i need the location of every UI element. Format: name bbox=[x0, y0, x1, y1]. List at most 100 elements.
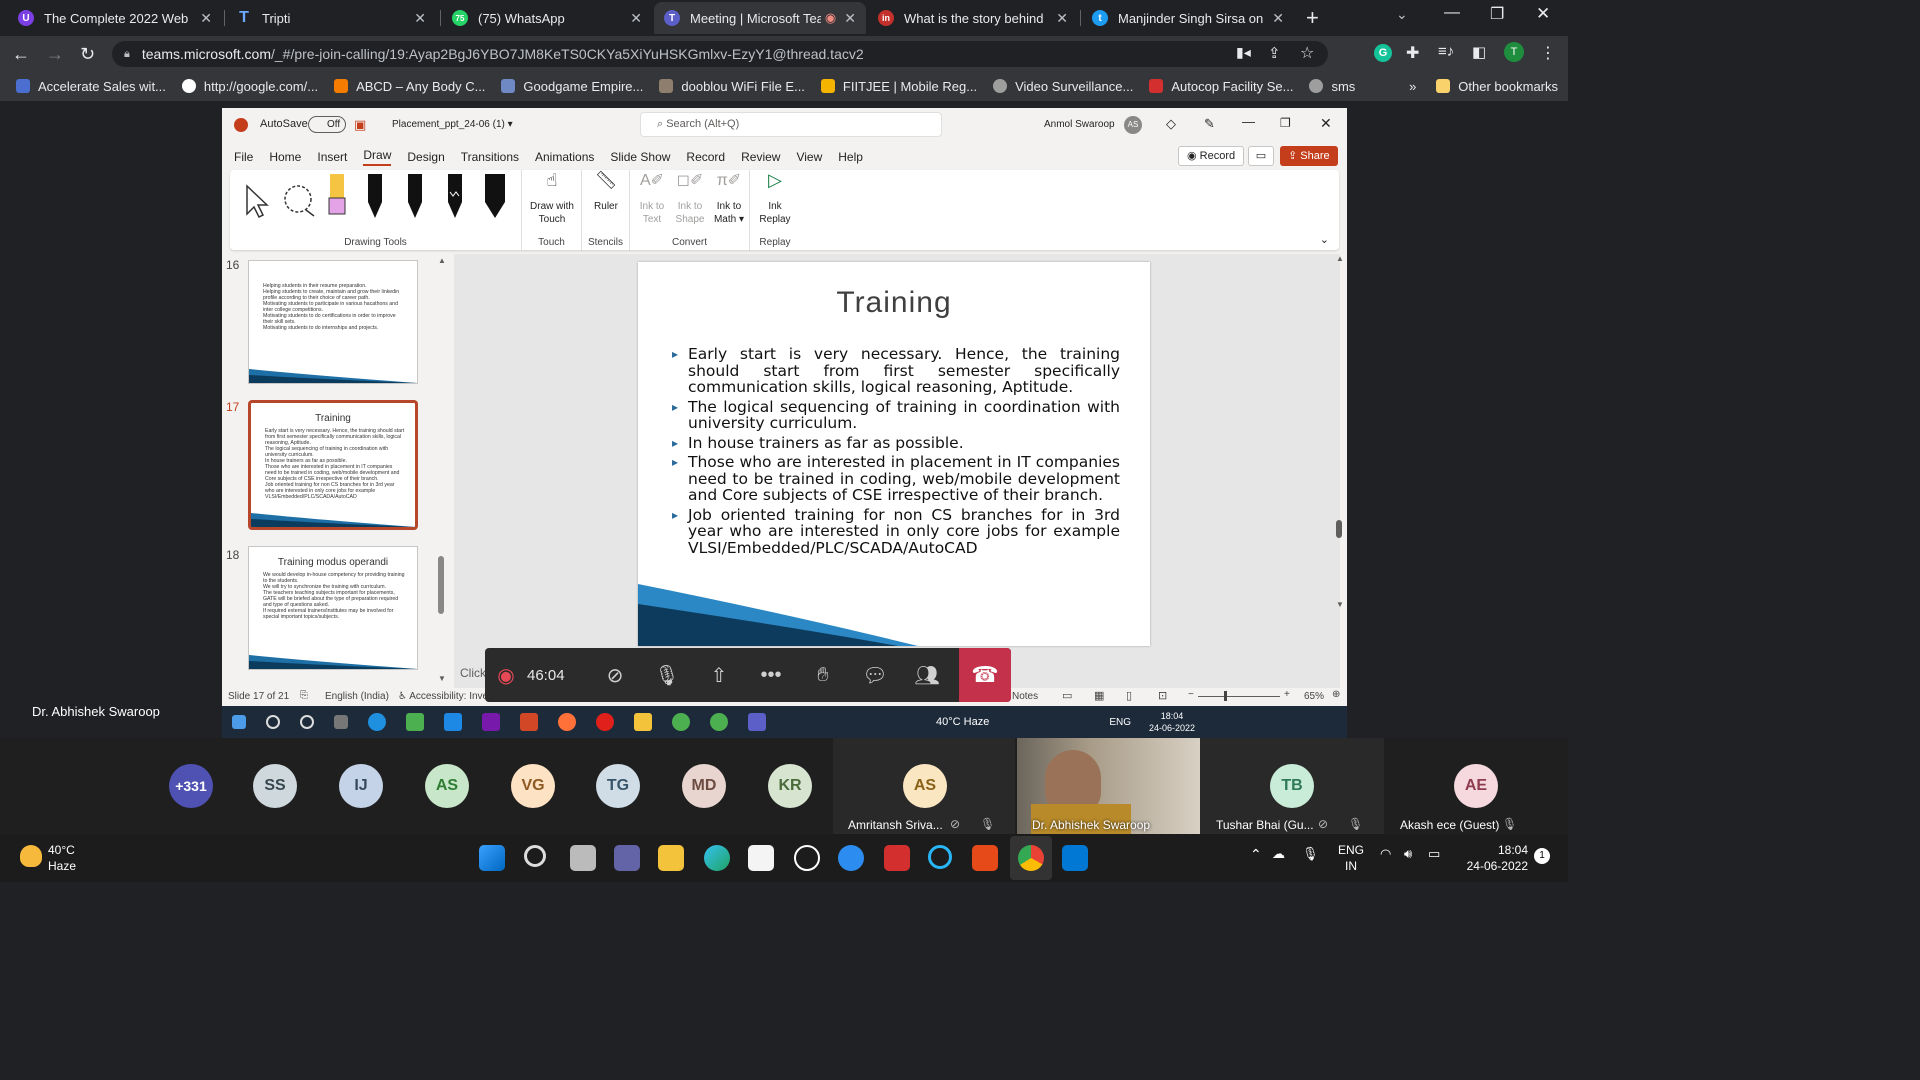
tray-overflow-icon[interactable]: ⌃ bbox=[1250, 846, 1262, 863]
zoom-out-icon[interactable]: − bbox=[1188, 689, 1194, 700]
tab-view[interactable]: View bbox=[796, 150, 822, 164]
participants-icon[interactable]: 👥︎ bbox=[901, 648, 953, 702]
tab-transitions[interactable]: Transitions bbox=[461, 150, 519, 164]
side-panel-icon[interactable]: ◧ bbox=[1472, 43, 1486, 61]
share-button[interactable]: ⇪ Share bbox=[1280, 146, 1338, 166]
minimize-icon[interactable]: — bbox=[1242, 114, 1255, 129]
close-tab-icon[interactable]: ✕ bbox=[1056, 10, 1068, 27]
scroll-up-icon[interactable]: ▲ bbox=[1336, 254, 1344, 263]
bookmark-item[interactable]: FIITJEE | Mobile Reg... bbox=[820, 79, 977, 94]
participant-avatar[interactable]: AS bbox=[903, 764, 947, 808]
wifi-icon[interactable]: ◠ bbox=[1380, 846, 1391, 862]
office-icon[interactable] bbox=[972, 845, 998, 871]
lasso-icon[interactable] bbox=[282, 184, 318, 218]
share-screen-icon[interactable]: ⇧ bbox=[693, 648, 745, 702]
tab-slide-show[interactable]: Slide Show bbox=[610, 150, 670, 164]
extensions-icon[interactable]: ✚ bbox=[1406, 43, 1419, 63]
pen-icon[interactable]: ✎ bbox=[1204, 116, 1215, 132]
ruler-button[interactable]: 📏︎ Ruler bbox=[586, 171, 626, 213]
menu-icon[interactable]: ⋮ bbox=[1540, 43, 1556, 63]
pencil-texture-icon[interactable] bbox=[444, 174, 466, 220]
participant-avatar[interactable]: TB bbox=[1270, 764, 1314, 808]
scroll-down-icon[interactable]: ▼ bbox=[1336, 600, 1344, 609]
save-icon[interactable]: ▣ bbox=[354, 117, 366, 133]
bookmark-item[interactable]: http://google.com/... bbox=[181, 79, 318, 94]
collapse-ribbon-icon[interactable]: ⌄ bbox=[1320, 233, 1329, 246]
close-tab-icon[interactable]: ✕ bbox=[1272, 10, 1284, 27]
tab-file[interactable]: File bbox=[234, 150, 253, 164]
tab-udemy[interactable]: U The Complete 2022 Web Dev ✕ bbox=[8, 2, 222, 34]
pen-wide-icon[interactable] bbox=[482, 174, 508, 220]
camera-icon[interactable]: ▮◂ bbox=[1236, 44, 1251, 61]
close-tab-icon[interactable]: ✕ bbox=[844, 10, 856, 27]
notes-placeholder[interactable]: Click bbox=[460, 666, 486, 680]
vscode-icon[interactable] bbox=[1062, 845, 1088, 871]
ink-to-shape-button[interactable]: ◻✐ Ink to Shape bbox=[672, 173, 708, 226]
minimize-icon[interactable]: — bbox=[1444, 4, 1460, 22]
notification-badge[interactable]: 1 bbox=[1534, 848, 1550, 864]
slide-thumbnail-17[interactable]: Training Early start is very necessary. … bbox=[248, 400, 418, 530]
more-bookmarks-icon[interactable]: » bbox=[1409, 79, 1416, 94]
share-page-icon[interactable]: ⇪ bbox=[1268, 44, 1281, 62]
media-icon[interactable]: ≡♪ bbox=[1438, 43, 1454, 60]
slide-thumbnail-16[interactable]: Helping students in their resume prepara… bbox=[248, 260, 418, 384]
windows-start-icon[interactable] bbox=[479, 845, 505, 871]
tab-tripti[interactable]: T Tripti ✕ bbox=[226, 2, 436, 34]
camera-off-icon[interactable]: ⊘ bbox=[589, 648, 641, 702]
other-bookmarks[interactable]: Other bookmarks bbox=[1436, 79, 1558, 94]
draw-with-touch-button[interactable]: ☝ Draw with Touch bbox=[526, 171, 578, 226]
close-icon[interactable]: ✕ bbox=[1320, 115, 1332, 132]
record-button[interactable]: ◉ Record bbox=[1178, 146, 1245, 166]
fit-slide-icon[interactable]: ⊕ bbox=[1332, 689, 1340, 700]
search-icon[interactable] bbox=[524, 845, 546, 867]
spellcheck-icon[interactable]: ⎘ bbox=[300, 690, 308, 701]
tab-teams-meeting[interactable]: T Meeting | Microsoft Teams◉ ✕ bbox=[654, 2, 866, 34]
pen-black-icon[interactable] bbox=[364, 174, 386, 220]
tab-review[interactable]: Review bbox=[741, 150, 780, 164]
back-icon[interactable]: ← bbox=[12, 44, 30, 65]
notes-button[interactable]: Notes bbox=[1012, 691, 1038, 702]
new-tab-icon[interactable]: + bbox=[1306, 5, 1319, 31]
scroll-thumb[interactable] bbox=[1336, 520, 1342, 538]
search-input[interactable]: ⌕ Search (Alt+Q) bbox=[640, 112, 942, 137]
task-view-icon[interactable] bbox=[570, 845, 596, 871]
overflow-participants[interactable]: +331 bbox=[169, 764, 213, 808]
zoom-level[interactable]: 65% bbox=[1304, 691, 1324, 702]
bookmark-item[interactable]: Autocop Facility Se... bbox=[1149, 79, 1293, 94]
file-name[interactable]: Placement_ppt_24-06 (1) ▾ bbox=[392, 119, 513, 130]
edge-icon[interactable] bbox=[704, 845, 730, 871]
scroll-up-icon[interactable]: ▲ bbox=[438, 256, 446, 265]
current-slide[interactable]: Training Early start is very necessary. … bbox=[638, 262, 1150, 646]
slide-sorter-icon[interactable]: ▦ bbox=[1094, 689, 1104, 702]
weather-widget[interactable]: 40°C Haze bbox=[48, 842, 76, 874]
slide-title[interactable]: Training bbox=[638, 286, 1150, 320]
language-indicator[interactable]: English (India) bbox=[325, 691, 389, 702]
zoom-slider-handle[interactable] bbox=[1224, 691, 1227, 701]
tab-search-icon[interactable]: ⌄ bbox=[1396, 6, 1408, 23]
tab-draw[interactable]: Draw bbox=[363, 148, 392, 166]
chrome-icon[interactable] bbox=[1018, 845, 1044, 871]
battery-icon[interactable]: ▭ bbox=[1428, 846, 1440, 862]
pen-black-icon[interactable] bbox=[404, 174, 426, 220]
participant-avatar[interactable]: IJ bbox=[339, 764, 383, 808]
github-icon[interactable] bbox=[794, 845, 820, 871]
tab-insert[interactable]: Insert bbox=[317, 150, 347, 164]
bookmark-item[interactable]: sms bbox=[1309, 79, 1355, 94]
raise-hand-icon[interactable]: ✋︎ bbox=[797, 648, 849, 702]
reload-icon[interactable]: ↻ bbox=[80, 44, 95, 65]
tab-twitter[interactable]: t Manjinder Singh Sirsa on Tw ✕ bbox=[1082, 2, 1294, 34]
tab-help[interactable]: Help bbox=[838, 150, 863, 164]
slide-bullet-list[interactable]: Early start is very necessary. Hence, th… bbox=[672, 346, 1120, 559]
tab-home[interactable]: Home bbox=[269, 150, 301, 164]
select-arrow-icon[interactable] bbox=[244, 184, 270, 220]
system-clock[interactable]: 18:04 24-06-2022 bbox=[1458, 842, 1528, 874]
slideshow-icon[interactable]: ⊡ bbox=[1158, 689, 1167, 702]
participant-avatar[interactable]: MD bbox=[682, 764, 726, 808]
thumbnail-scrollbar[interactable] bbox=[438, 556, 444, 614]
bookmark-item[interactable]: ABCD – Any Body C... bbox=[334, 79, 485, 94]
mcafee-icon[interactable] bbox=[884, 845, 910, 871]
restore-icon[interactable]: ❐ bbox=[1490, 4, 1504, 24]
close-window-icon[interactable]: ✕ bbox=[1536, 4, 1550, 24]
weather-icon[interactable] bbox=[20, 845, 42, 867]
restore-icon[interactable]: ❐ bbox=[1280, 116, 1291, 130]
